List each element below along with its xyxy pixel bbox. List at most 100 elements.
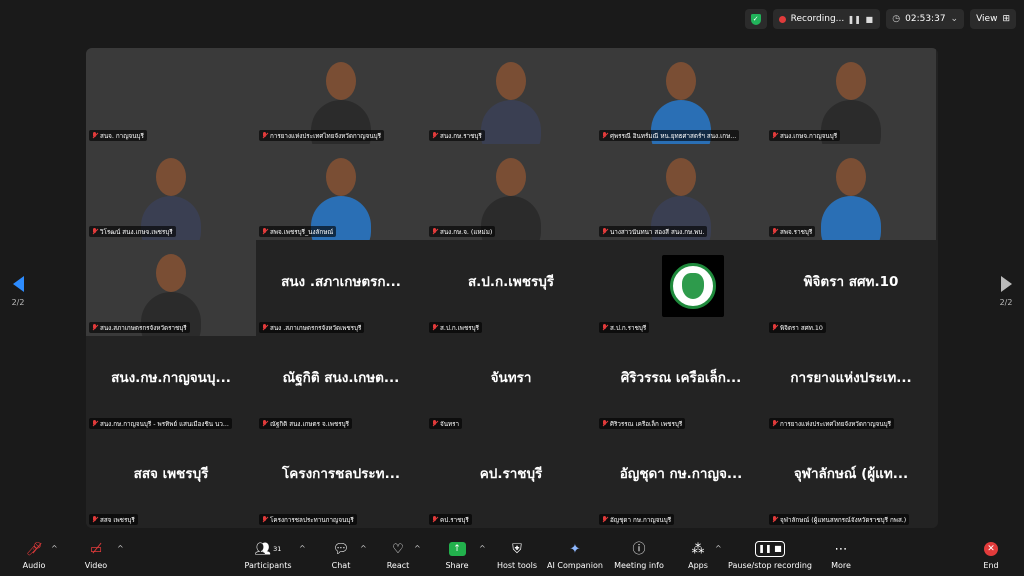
audio-options-chevron-icon[interactable]: ^ [51, 544, 58, 553]
info-icon: ⓘ [632, 541, 646, 557]
share-screen-icon: ↑ [448, 542, 466, 556]
participant-name: สสจ เพชรบุรี [100, 516, 135, 524]
share-button[interactable]: ↑ Share [427, 539, 487, 570]
arrow-left-icon [12, 276, 24, 292]
participant-nameplate: สสจ เพชรบุรี [89, 514, 138, 525]
apps-chevron-icon[interactable]: ^ [715, 544, 722, 553]
microphone-muted-icon [262, 324, 268, 331]
chat-chevron-icon[interactable]: ^ [360, 544, 367, 553]
participant-tile[interactable]: สพจ.ราชบุรี [766, 144, 936, 240]
participants-chevron-icon[interactable]: ^ [299, 544, 306, 553]
pause-recording-label: Pause/stop recording [728, 561, 812, 570]
participant-nameplate: ศุพรรณี อินทร์มณี หน.ยุทธศาสตร์ฯ สนง.เกษ… [599, 130, 740, 141]
page-indicator-right: 2/2 [999, 298, 1013, 307]
participant-tile[interactable]: ส.ป.ก.เพชรบุรี ส.ป.ก.เพชรบุรี [426, 240, 596, 336]
participant-tile[interactable]: สนง.สภาเกษตรกรจังหวัดราชบุรี [86, 240, 256, 336]
microphone-muted-icon [92, 228, 98, 235]
participant-name: สพจ.เพชรบุรี_นงลักษณ์ [270, 228, 334, 236]
participant-tile[interactable]: สพจ.เพชรบุรี_นงลักษณ์ [256, 144, 426, 240]
participant-name: ศุพรรณี อินทร์มณี หน.ยุทธศาสตร์ฯ สนง.เกษ… [610, 132, 737, 140]
participant-tile[interactable]: สนจ. กาญจนบุรี [86, 48, 256, 144]
video-options-chevron-icon[interactable]: ^ [117, 544, 124, 553]
participant-tile[interactable]: โครงการชลประท... โครงการชลประทานกาญจนบุรี [256, 432, 426, 528]
participant-tile[interactable]: อัญชุดา กษ.กาญจ... อัญชุดา กษ.กาญจนบุรี [596, 432, 766, 528]
microphone-muted-icon [772, 516, 778, 523]
participant-nameplate: สนง .สภาเกษตรกรจังหวัดเพชรบุรี [259, 322, 365, 333]
participant-display-name: โครงการชลประท... [282, 466, 400, 482]
participant-tile[interactable]: สนง.กษ.ราชบุรี [426, 48, 596, 144]
participant-tile[interactable]: คป.ราชบุรี คป.ราชบุรี [426, 432, 596, 528]
pause-stop-recording-button[interactable]: ❚❚ ■ Pause/stop recording [728, 539, 812, 570]
security-indicator[interactable]: ✓ [744, 9, 767, 29]
recording-indicator: Recording... ❚❚ ■ [772, 9, 881, 29]
host-tools-label: Host tools [496, 561, 538, 570]
microphone-muted-icon [432, 132, 438, 139]
participant-name: อัญชุดา กษ.กาญจนบุรี [610, 516, 672, 524]
microphone-muted-icon: 🎤︎̸ [25, 541, 43, 557]
participant-tile[interactable]: นางสาวนันทนา สองสี สนง.กษ.พบ. [596, 144, 766, 240]
participant-nameplate: นางสาวนันทนา สองสี สนง.กษ.พบ. [599, 226, 708, 237]
microphone-muted-icon [92, 516, 98, 523]
microphone-muted-icon [602, 132, 608, 139]
participant-tile[interactable]: พิจิตรา สศท.10 พิจิตรา สศท.10 [766, 240, 936, 336]
participant-name: ณัฐกิติ สนง.เกษตร จ.เพชรบุรี [270, 420, 350, 428]
pause-recording-icon[interactable]: ❚❚ [848, 14, 861, 24]
participant-tile[interactable]: สสจ เพชรบุรี สสจ เพชรบุรี [86, 432, 256, 528]
participant-tile[interactable]: ศิริวรรณ เครือเล็ก... ศิริวรรณ เครือเล็ก … [596, 336, 766, 432]
microphone-muted-icon [772, 132, 778, 139]
participant-display-name: สนง.กษ.กาญจนบุ... [111, 370, 231, 386]
participant-tile[interactable]: ณัฐกิติ สนง.เกษต... ณัฐกิติ สนง.เกษตร จ.เ… [256, 336, 426, 432]
previous-page-button[interactable]: 2/2 [8, 276, 28, 307]
participant-name: พิจิตรา สศท.10 [780, 324, 823, 332]
participant-display-name: สนง .สภาเกษตรก... [281, 274, 401, 290]
participant-name: วิโรฒน์ สนง.เกษจ.เพชรบุรี [100, 228, 173, 236]
participant-tile[interactable]: จันทรา จันทรา [426, 336, 596, 432]
participant-tile[interactable]: สนง.กษ.จ. (แหม่ม) [426, 144, 596, 240]
react-chevron-icon[interactable]: ^ [414, 544, 421, 553]
participant-display-name: จุฬาลักษณ์ (ผู้แท... [793, 466, 909, 482]
participant-tile[interactable]: สนง.เกษจ.กาญจนบุรี [766, 48, 936, 144]
participants-button[interactable]: 👥︎ 31 Participants [238, 539, 298, 571]
participant-nameplate: จุฬาลักษณ์ (ผู้แทนสหกรณ์จังหวัดราชบุรี ก… [769, 514, 910, 525]
recording-label: Recording... [790, 14, 845, 24]
participant-gallery: สนจ. กาญจนบุรี การยางแห่งประเทศไทยจังหวัด… [86, 48, 938, 528]
participant-tile[interactable]: ศุพรรณี อินทร์มณี หน.ยุทธศาสตร์ฯ สนง.เกษ… [596, 48, 766, 144]
microphone-muted-icon [602, 420, 608, 427]
stop-recording-icon[interactable]: ■ [864, 14, 874, 24]
participant-tile[interactable]: สนง .สภาเกษตรก... สนง .สภาเกษตรกรจังหวัดเ… [256, 240, 426, 336]
participant-tile[interactable]: การยางแห่งประเท... การยางแห่งประเทศไทยจัง… [766, 336, 936, 432]
host-tools-button[interactable]: ⛨ Host tools [487, 539, 547, 571]
end-label: End [983, 561, 999, 570]
share-chevron-icon[interactable]: ^ [479, 544, 486, 553]
participant-tile[interactable]: จุฬาลักษณ์ (ผู้แท... จุฬาลักษณ์ (ผู้แทนสห… [766, 432, 936, 528]
clock-icon: ◷ [892, 14, 901, 24]
participant-tile[interactable]: สนง.กษ.กาญจนบุ... สนง.กษ.กาญจนบุรี - พรทิ… [86, 336, 256, 432]
participant-display-name: การยางแห่งประเท... [790, 370, 912, 386]
participant-name: การยางแห่งประเทศไทยจังหวัดกาญจนบุรี [780, 420, 892, 428]
participant-name: สนง.สภาเกษตรกรจังหวัดราชบุรี [100, 324, 187, 332]
participant-tile[interactable]: ส.ป.ก.ราชบุรี [596, 240, 766, 336]
participant-display-name: อัญชุดา กษ.กาญจ... [619, 466, 743, 482]
microphone-muted-icon [432, 228, 438, 235]
participant-display-name: ศิริวรรณ เครือเล็ก... [620, 370, 742, 386]
participant-tile[interactable]: วิโรฒน์ สนง.เกษจ.เพชรบุรี [86, 144, 256, 240]
next-page-button[interactable]: 2/2 [996, 276, 1016, 307]
microphone-muted-icon [602, 228, 608, 235]
apps-icon: ⁂ [691, 541, 705, 557]
more-button[interactable]: ⋯ More [811, 539, 871, 571]
participant-tile[interactable]: การยางแห่งประเทศไทยจังหวัดกาญจนบุรี [256, 48, 426, 144]
meeting-info-button[interactable]: ⓘ Meeting info [609, 539, 669, 571]
view-button[interactable]: View ⊞ [970, 9, 1016, 29]
microphone-muted-icon [262, 228, 268, 235]
meeting-topbar: ✓ Recording... ❚❚ ■ ◷ 02:53:37 ⌄ View ⊞ [744, 9, 1016, 29]
pause-stop-icon: ❚❚ ■ [755, 541, 785, 557]
participant-nameplate: ณัฐกิติ สนง.เกษตร จ.เพชรบุรี [259, 418, 353, 429]
end-button[interactable]: ✕ End [961, 539, 1021, 570]
participant-nameplate: ส.ป.ก.เพชรบุรี [429, 322, 482, 333]
participant-nameplate: คป.ราชบุรี [429, 514, 472, 525]
participant-name: จันทรา [440, 420, 460, 428]
participant-nameplate: ส.ป.ก.ราชบุรี [599, 322, 650, 333]
participant-display-name: คป.ราชบุรี [479, 466, 543, 482]
meeting-timer[interactable]: ◷ 02:53:37 ⌄ [886, 9, 965, 29]
ai-companion-button[interactable]: ✦ AI Companion [545, 539, 605, 571]
